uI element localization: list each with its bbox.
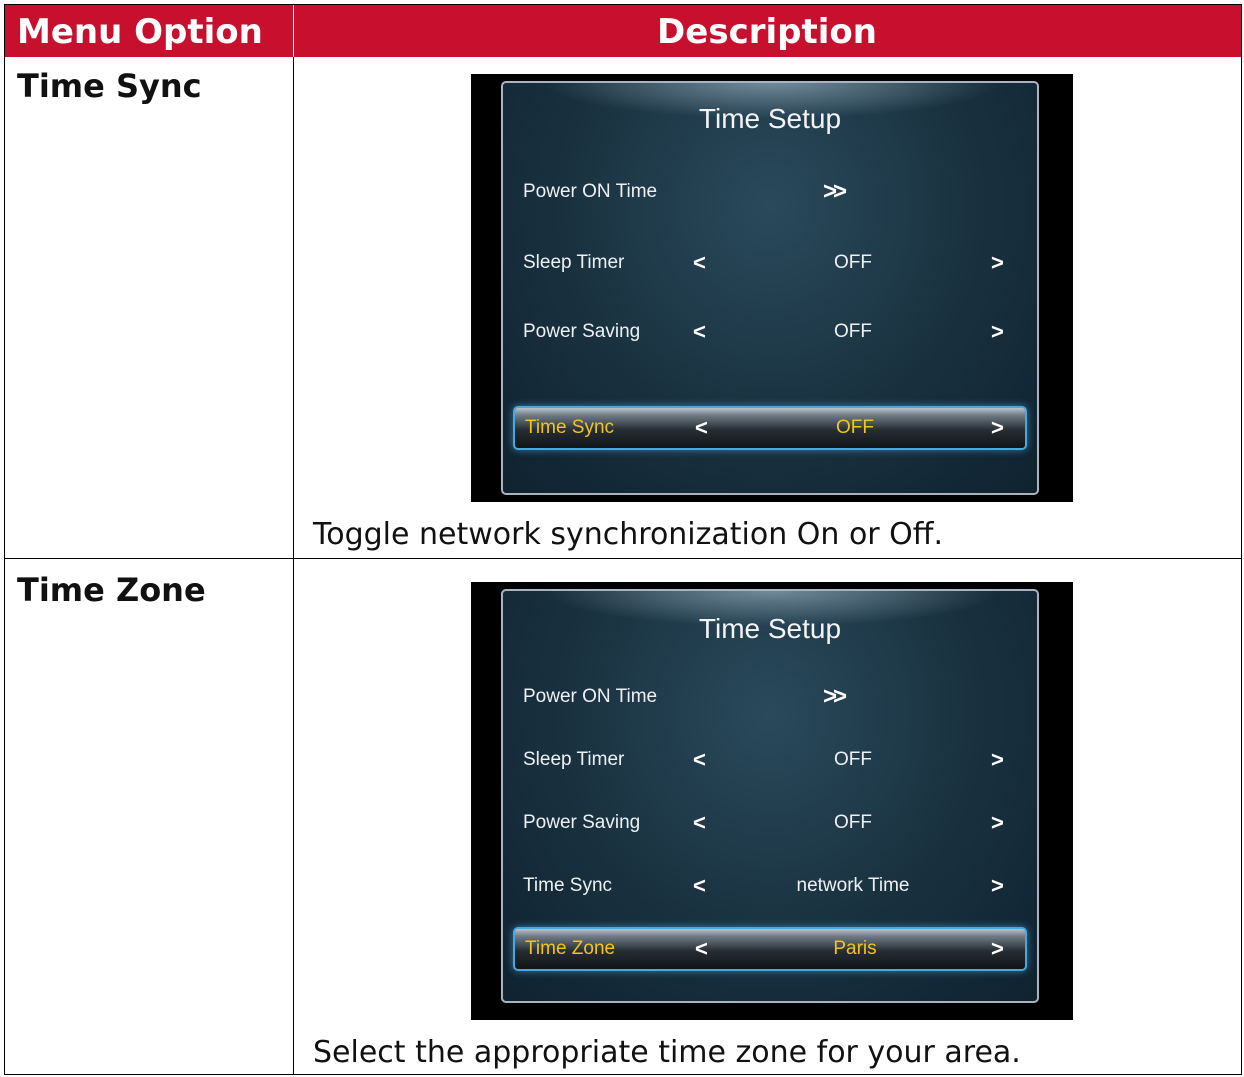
menu-row-power-saving: Power Saving < OFF >: [523, 310, 1023, 354]
chevron-left-icon: <: [693, 873, 706, 898]
chevron-left-icon: <: [693, 250, 706, 275]
chevron-right-icon: >: [991, 415, 1004, 440]
row-label: Time Sync: [525, 417, 615, 438]
time-setup-screenshot-time-sync: Time Setup Power ON Time >> Sleep Timer …: [471, 74, 1073, 502]
chevron-right-icon: >: [991, 936, 1004, 961]
time-setup-panel: Time Setup Power ON Time >> Sleep Timer …: [501, 589, 1039, 1003]
row-value: OFF: [836, 417, 874, 438]
time-setup-screenshot-time-zone: Time Setup Power ON Time >> Sleep Timer …: [471, 582, 1073, 1020]
chevron-right-icon: >: [991, 810, 1004, 835]
chevron-left-icon: <: [693, 319, 706, 344]
double-chevron-icon: >>: [823, 683, 847, 710]
menu-row-power-on-time: Power ON Time >>: [523, 675, 1023, 719]
chevron-left-icon: <: [693, 747, 706, 772]
row-label: Time Zone: [525, 938, 616, 959]
chevron-left-icon: <: [695, 415, 708, 440]
header-menu-option: Menu Option: [17, 12, 263, 52]
menu-row-sleep-timer: Sleep Timer < OFF >: [523, 738, 1023, 782]
chevron-left-icon: <: [695, 936, 708, 961]
chevron-right-icon: >: [991, 747, 1004, 772]
menu-option-table: Menu Option Description Time Sync Time S…: [4, 4, 1242, 1075]
row-value: Paris: [833, 938, 877, 959]
column-divider: [293, 57, 294, 1074]
panel-title: Time Setup: [698, 103, 842, 134]
row-divider: [5, 558, 1241, 559]
row-label: Power Saving: [523, 321, 641, 342]
time-setup-panel: Time Setup Power ON Time >> Sleep Timer …: [501, 81, 1039, 495]
panel-title: Time Setup: [698, 613, 842, 644]
menu-row-power-on-time: Power ON Time >>: [523, 170, 1023, 214]
chevron-right-icon: >: [991, 250, 1004, 275]
menu-row-power-saving: Power Saving < OFF >: [523, 801, 1023, 845]
row-label: Power ON Time: [523, 686, 658, 707]
chevron-left-icon: <: [693, 810, 706, 835]
row-value: OFF: [834, 252, 872, 273]
row-value: OFF: [834, 321, 872, 342]
option-time-sync: Time Sync: [17, 67, 202, 105]
double-chevron-icon: >>: [823, 178, 847, 205]
menu-row-time-zone-selected: Time Zone < Paris >: [513, 927, 1027, 971]
row-label: Power Saving: [523, 812, 641, 833]
menu-row-time-sync-selected: Time Sync < OFF >: [513, 406, 1027, 450]
row-value: OFF: [834, 812, 872, 833]
row-label: Time Sync: [523, 875, 613, 896]
description-time-zone: Select the appropriate time zone for you…: [313, 1035, 1021, 1070]
row-value: OFF: [834, 749, 872, 770]
header-description: Description: [657, 12, 877, 52]
row-label: Sleep Timer: [523, 252, 625, 273]
table-header: Menu Option Description: [5, 5, 1241, 57]
option-time-zone: Time Zone: [17, 571, 206, 609]
chevron-right-icon: >: [991, 873, 1004, 898]
row-value: network Time: [796, 875, 910, 896]
description-time-sync: Toggle network synchronization On or Off…: [313, 517, 943, 552]
chevron-right-icon: >: [991, 319, 1004, 344]
menu-row-sleep-timer: Sleep Timer < OFF >: [523, 241, 1023, 285]
row-label: Power ON Time: [523, 181, 658, 202]
row-label: Sleep Timer: [523, 749, 625, 770]
menu-row-time-sync: Time Sync < network Time >: [523, 864, 1023, 908]
